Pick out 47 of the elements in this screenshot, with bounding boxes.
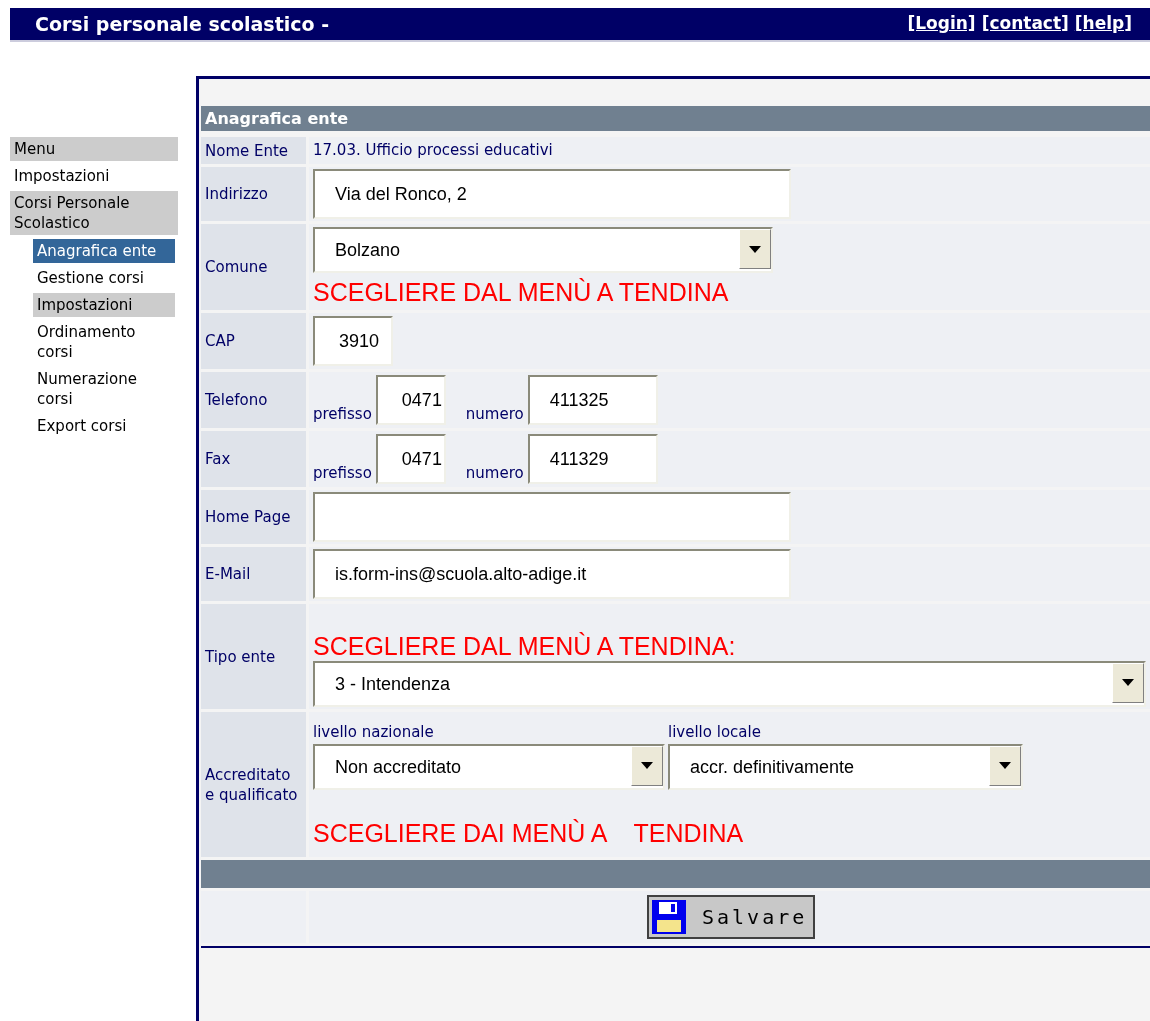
menu-item[interactable]: Export corsi bbox=[33, 414, 175, 438]
field-label: prefisso bbox=[313, 462, 372, 484]
field-value: 17.03. Ufficio processi educativi bbox=[313, 140, 553, 162]
menu-item[interactable]: Gestione corsi bbox=[33, 266, 175, 290]
menu-item[interactable]: Impostazioni bbox=[10, 164, 178, 188]
field-label: prefisso bbox=[313, 403, 372, 425]
field-label: livello nazionale bbox=[313, 722, 435, 744]
row-label-cell: Telefono bbox=[201, 372, 306, 428]
row-label-cell: E-Mail bbox=[201, 547, 306, 601]
instruction-text: SCEGLIERE DAI MENÙ A TENDINA bbox=[313, 817, 745, 848]
instruction-text: SCEGLIERE DAL MENÙ A TENDINA bbox=[313, 277, 730, 307]
dropdown-field[interactable]: Bolzano bbox=[313, 227, 773, 273]
menu-item[interactable]: Numerazione corsi bbox=[33, 367, 175, 411]
row-label-cell: Comune bbox=[201, 224, 306, 310]
dropdown-field[interactable]: accr. definitivamente bbox=[668, 743, 1023, 790]
row-label-cell: Nome Ente bbox=[201, 137, 306, 164]
row-label-cell: Indirizzo bbox=[201, 167, 306, 221]
field-label: livello locale bbox=[668, 722, 762, 744]
instruction-text: SCEGLIERE DAL MENÙ A TENDINA: bbox=[313, 630, 737, 661]
header-link[interactable]: [help] bbox=[1074, 11, 1132, 37]
text-field[interactable]: is.form-ins@scuola.alto-adige.it bbox=[313, 549, 791, 599]
text-field[interactable]: 3910 bbox=[313, 316, 393, 366]
dropdown-field[interactable]: 3 - Intendenza bbox=[313, 660, 1146, 707]
header-link[interactable]: [contact] bbox=[981, 11, 1069, 37]
menu-item[interactable]: Menu bbox=[10, 137, 178, 161]
page-title: Corsi personale scolastico - bbox=[35, 11, 330, 37]
text-field[interactable]: 0471 bbox=[375, 434, 446, 484]
save-button[interactable]: Salvare bbox=[647, 895, 815, 939]
text-field[interactable]: 0471 bbox=[375, 375, 446, 425]
menu-item[interactable]: Corsi Personale Scolastico bbox=[10, 191, 178, 235]
row-label-cell: Accreditato e qualificato bbox=[201, 712, 306, 857]
row-label-cell: Tipo ente bbox=[201, 604, 306, 709]
text-field[interactable]: 411329 bbox=[527, 434, 658, 484]
menu-item[interactable]: Anagrafica ente bbox=[33, 239, 175, 263]
text-field[interactable] bbox=[313, 492, 791, 542]
text-field[interactable]: 411325 bbox=[527, 375, 658, 425]
text-field[interactable]: Via del Ronco, 2 bbox=[313, 169, 791, 219]
section-header: Anagrafica ente bbox=[201, 106, 1150, 131]
row-label-cell: CAP bbox=[201, 313, 306, 369]
menu-item[interactable]: Impostazioni bbox=[33, 293, 175, 317]
dropdown-field[interactable]: Non accreditato bbox=[313, 743, 665, 790]
row-label-cell: Fax bbox=[201, 431, 306, 487]
field-label: numero bbox=[465, 462, 524, 484]
row-label-cell: Home Page bbox=[201, 490, 306, 544]
header-link[interactable]: [Login] bbox=[907, 11, 976, 37]
menu-item[interactable]: Ordinamento corsi bbox=[33, 320, 175, 364]
field-label: numero bbox=[465, 403, 524, 425]
